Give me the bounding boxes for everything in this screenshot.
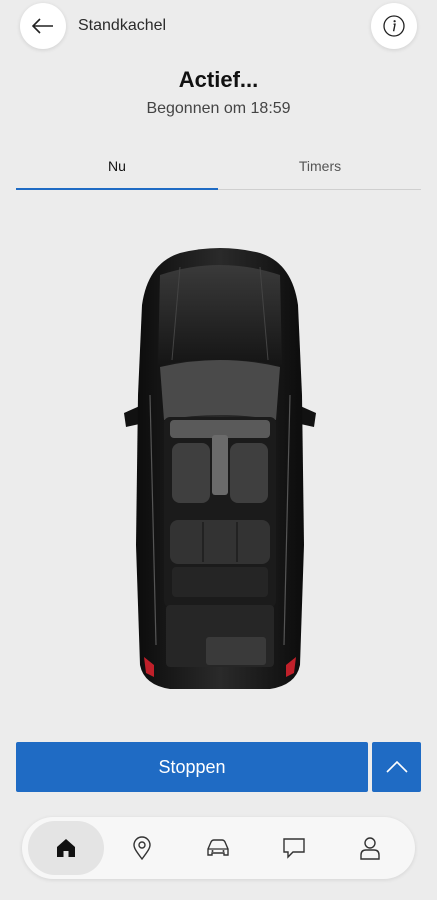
car-top-view-image <box>120 245 320 695</box>
profile-icon <box>360 837 380 860</box>
nav-car[interactable] <box>180 821 256 875</box>
nav-messages[interactable] <box>256 821 332 875</box>
home-icon <box>57 839 75 857</box>
car-illustration <box>124 248 316 689</box>
bottom-navigation <box>22 817 415 879</box>
page-title: Standkachel <box>78 17 167 34</box>
arrow-left-icon <box>32 18 53 34</box>
status-title: Actief... <box>178 67 259 92</box>
chevron-up-icon <box>385 760 408 773</box>
back-button[interactable] <box>20 3 66 49</box>
tab-bar: Nu Timers <box>16 150 421 190</box>
nav-home[interactable] <box>28 821 104 875</box>
top-bar: Standkachel <box>0 0 437 56</box>
tab-now[interactable]: Nu <box>16 150 218 190</box>
tab-timers[interactable]: Timers <box>219 150 421 190</box>
active-tab-indicator <box>16 188 218 190</box>
chat-icon <box>283 838 305 859</box>
nav-location[interactable] <box>104 821 180 875</box>
expand-button[interactable] <box>372 742 421 792</box>
car-icon <box>207 839 229 856</box>
location-pin-icon <box>133 836 151 860</box>
nav-profile[interactable] <box>332 821 408 875</box>
stop-button[interactable]: Stoppen <box>16 742 368 792</box>
info-icon <box>383 15 405 37</box>
status-subtitle: Begonnen om 18:59 <box>146 100 291 117</box>
info-button[interactable] <box>371 3 417 49</box>
